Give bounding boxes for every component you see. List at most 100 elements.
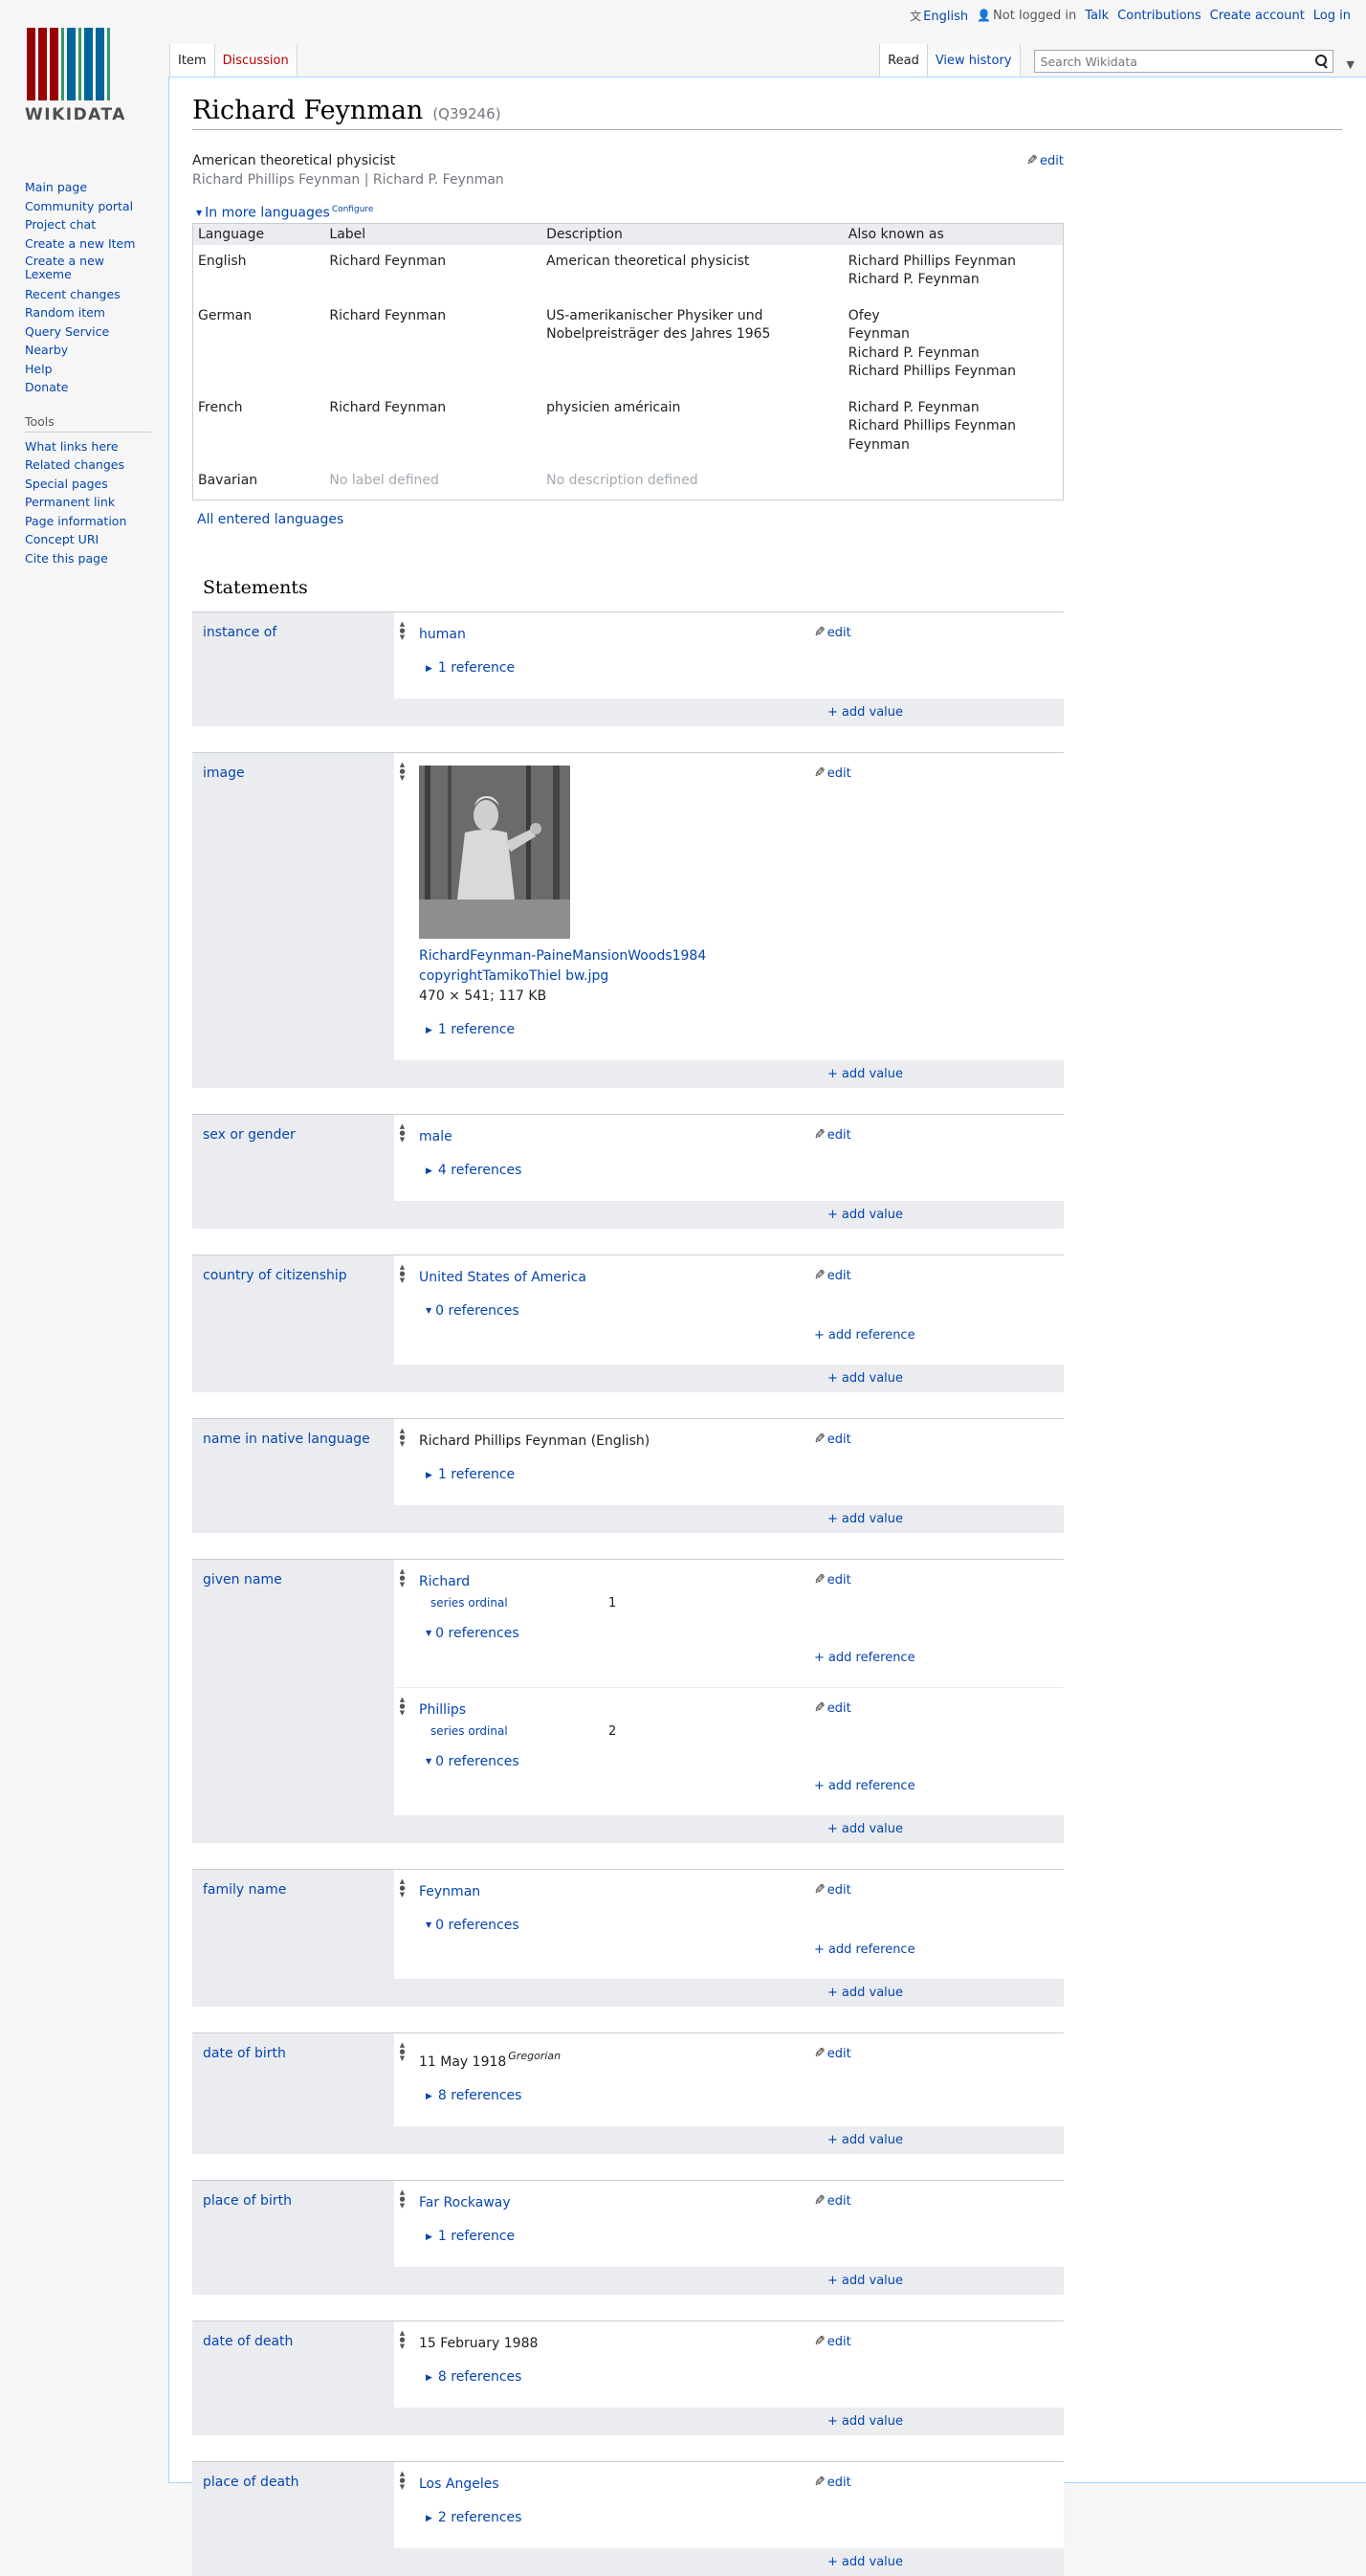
value-male[interactable]: male <box>419 1129 452 1144</box>
rank-selector-icon[interactable]: ▲ ● ▼ <box>397 2329 408 2351</box>
references-toggle[interactable]: ▶ 1 reference <box>426 660 1064 676</box>
rank-selector-icon[interactable]: ▲ ● ▼ <box>397 2041 408 2063</box>
tab-item[interactable]: Item <box>169 44 215 77</box>
add-value-button[interactable]: + add value <box>827 2414 903 2429</box>
configure-link[interactable]: Configure <box>332 205 374 214</box>
add-value-button[interactable]: + add value <box>827 2555 903 2569</box>
sidebar-item-random-item[interactable]: Random item <box>25 303 151 322</box>
wikidata-logo[interactable]: WIKIDATA <box>25 28 143 127</box>
statement-edit-button[interactable]: ✎ edit <box>814 1572 851 1588</box>
property-link-place-of-death[interactable]: place of death <box>203 2475 299 2490</box>
property-link-date-of-death[interactable]: date of death <box>203 2334 293 2349</box>
value-feynman[interactable]: Feynman <box>419 1884 480 1899</box>
chevron-down-icon[interactable]: ▼ <box>1347 58 1355 71</box>
sidebar-tool-page-information[interactable]: Page information <box>25 512 151 531</box>
sidebar-tool-concept-uri[interactable]: Concept URI <box>25 530 151 549</box>
statement-edit-button[interactable]: ✎ edit <box>814 1268 851 1283</box>
sidebar-item-create-a-new-item[interactable]: Create a new Item <box>25 236 151 251</box>
sidebar-tool-what-links-here[interactable]: What links here <box>25 437 151 456</box>
sidebar-item-query-service[interactable]: Query Service <box>25 322 151 342</box>
property-link-family-name[interactable]: family name <box>203 1882 286 1898</box>
value-united-states-of-america[interactable]: United States of America <box>419 1270 586 1285</box>
log-in-link[interactable]: Log in <box>1313 9 1351 23</box>
sidebar-item-create-a-new-lexeme[interactable]: Create a new Lexeme <box>25 254 151 281</box>
language-selector[interactable]: 文 English <box>910 8 968 24</box>
value-phillips[interactable]: Phillips <box>419 1702 466 1718</box>
tab-discussion[interactable]: Discussion <box>214 44 297 77</box>
rank-selector-icon[interactable]: ▲ ● ▼ <box>397 1122 408 1144</box>
sidebar-item-donate[interactable]: Donate <box>25 378 151 397</box>
value-los-angeles[interactable]: Los Angeles <box>419 2476 499 2492</box>
statement-edit-button[interactable]: ✎ edit <box>814 2046 851 2061</box>
property-link-image[interactable]: image <box>203 766 245 781</box>
image-thumbnail[interactable] <box>419 765 570 939</box>
property-link-given-name[interactable]: given name <box>203 1572 282 1588</box>
add-reference-button[interactable]: + add reference <box>814 1779 915 1793</box>
add-value-button[interactable]: + add value <box>827 1208 903 1222</box>
property-link-name-in-native-language[interactable]: name in native language <box>203 1432 370 1447</box>
statement-edit-button[interactable]: ✎ edit <box>814 766 851 781</box>
property-link-place-of-birth[interactable]: place of birth <box>203 2193 292 2209</box>
property-link-date-of-birth[interactable]: date of birth <box>203 2046 286 2061</box>
image-file-link[interactable]: RichardFeynman-PaineMansionWoods1984 <box>419 948 706 964</box>
add-value-button[interactable]: + add value <box>827 1067 903 1081</box>
property-link-instance-of[interactable]: instance of <box>203 625 276 640</box>
rank-selector-icon[interactable]: ▲ ● ▼ <box>397 1263 408 1285</box>
value-richard[interactable]: Richard <box>419 1574 470 1589</box>
references-toggle[interactable]: ▶ 8 references <box>426 2088 1064 2103</box>
rank-selector-icon[interactable]: ▲ ● ▼ <box>397 1427 408 1449</box>
statement-edit-button[interactable]: ✎ edit <box>814 1882 851 1898</box>
references-toggle[interactable]: ▼ 0 references <box>426 1918 1064 1933</box>
search-input[interactable] <box>1038 53 1313 70</box>
add-value-button[interactable]: + add value <box>827 1371 903 1386</box>
add-reference-button[interactable]: + add reference <box>814 1651 915 1665</box>
add-value-button[interactable]: + add value <box>827 705 903 720</box>
all-entered-languages-link[interactable]: All entered languages <box>197 512 343 527</box>
sidebar-item-help[interactable]: Help <box>25 360 151 379</box>
rank-selector-icon[interactable]: ▲ ● ▼ <box>397 1696 408 1718</box>
references-toggle[interactable]: ▼ 0 references <box>426 1626 1064 1641</box>
statement-edit-button[interactable]: ✎ edit <box>814 1432 851 1447</box>
rank-selector-icon[interactable]: ▲ ● ▼ <box>397 761 408 783</box>
value-far-rockaway[interactable]: Far Rockaway <box>419 2195 511 2210</box>
add-value-button[interactable]: + add value <box>827 2274 903 2288</box>
rank-selector-icon[interactable]: ▲ ● ▼ <box>397 2470 408 2492</box>
statement-edit-button[interactable]: ✎ edit <box>814 2334 851 2349</box>
sidebar-tool-permanent-link[interactable]: Permanent link <box>25 493 151 512</box>
value-human[interactable]: human <box>419 627 466 642</box>
create-account-link[interactable]: Create account <box>1210 9 1305 23</box>
add-value-button[interactable]: + add value <box>827 1512 903 1526</box>
add-reference-button[interactable]: + add reference <box>814 1328 915 1343</box>
references-toggle[interactable]: ▶ 4 references <box>426 1163 1064 1178</box>
sidebar-tool-cite-this-page[interactable]: Cite this page <box>25 549 151 568</box>
in-more-languages-toggle[interactable]: ▼ In more languages Configure <box>192 205 1064 221</box>
property-link-sex-or-gender[interactable]: sex or gender <box>203 1127 296 1143</box>
references-toggle[interactable]: ▶ 2 references <box>426 2510 1064 2525</box>
header-edit-button[interactable]: ✎ edit <box>1026 153 1064 168</box>
tab-read[interactable]: Read <box>879 44 928 77</box>
sidebar-item-nearby[interactable]: Nearby <box>25 341 151 360</box>
sidebar-item-main-page[interactable]: Main page <box>25 178 151 197</box>
statement-edit-button[interactable]: ✎ edit <box>814 2475 851 2490</box>
statement-edit-button[interactable]: ✎ edit <box>814 2193 851 2209</box>
rank-selector-icon[interactable]: ▲ ● ▼ <box>397 2188 408 2210</box>
qualifier-property[interactable]: series ordinal <box>430 1724 608 1739</box>
add-value-button[interactable]: + add value <box>827 2133 903 2147</box>
references-toggle[interactable]: ▶ 8 references <box>426 2369 1064 2385</box>
statement-edit-button[interactable]: ✎ edit <box>814 1127 851 1143</box>
qualifier-property[interactable]: series ordinal <box>430 1596 608 1610</box>
contributions-link[interactable]: Contributions <box>1117 9 1201 23</box>
tab-view-history[interactable]: View history <box>927 44 1021 77</box>
rank-selector-icon[interactable]: ▲ ● ▼ <box>397 1877 408 1899</box>
references-toggle[interactable]: ▶ 1 reference <box>426 1467 1064 1482</box>
talk-link[interactable]: Talk <box>1085 9 1109 23</box>
references-toggle[interactable]: ▶ 1 reference <box>426 1022 1064 1037</box>
sidebar-item-recent-changes[interactable]: Recent changes <box>25 285 151 304</box>
rank-selector-icon[interactable]: ▲ ● ▼ <box>397 620 408 642</box>
sidebar-tool-special-pages[interactable]: Special pages <box>25 475 151 494</box>
references-toggle[interactable]: ▶ 1 reference <box>426 2229 1064 2244</box>
add-value-button[interactable]: + add value <box>827 1986 903 2000</box>
references-toggle[interactable]: ▼ 0 references <box>426 1754 1064 1769</box>
rank-selector-icon[interactable]: ▲ ● ▼ <box>397 1567 408 1589</box>
references-toggle[interactable]: ▼ 0 references <box>426 1303 1064 1319</box>
